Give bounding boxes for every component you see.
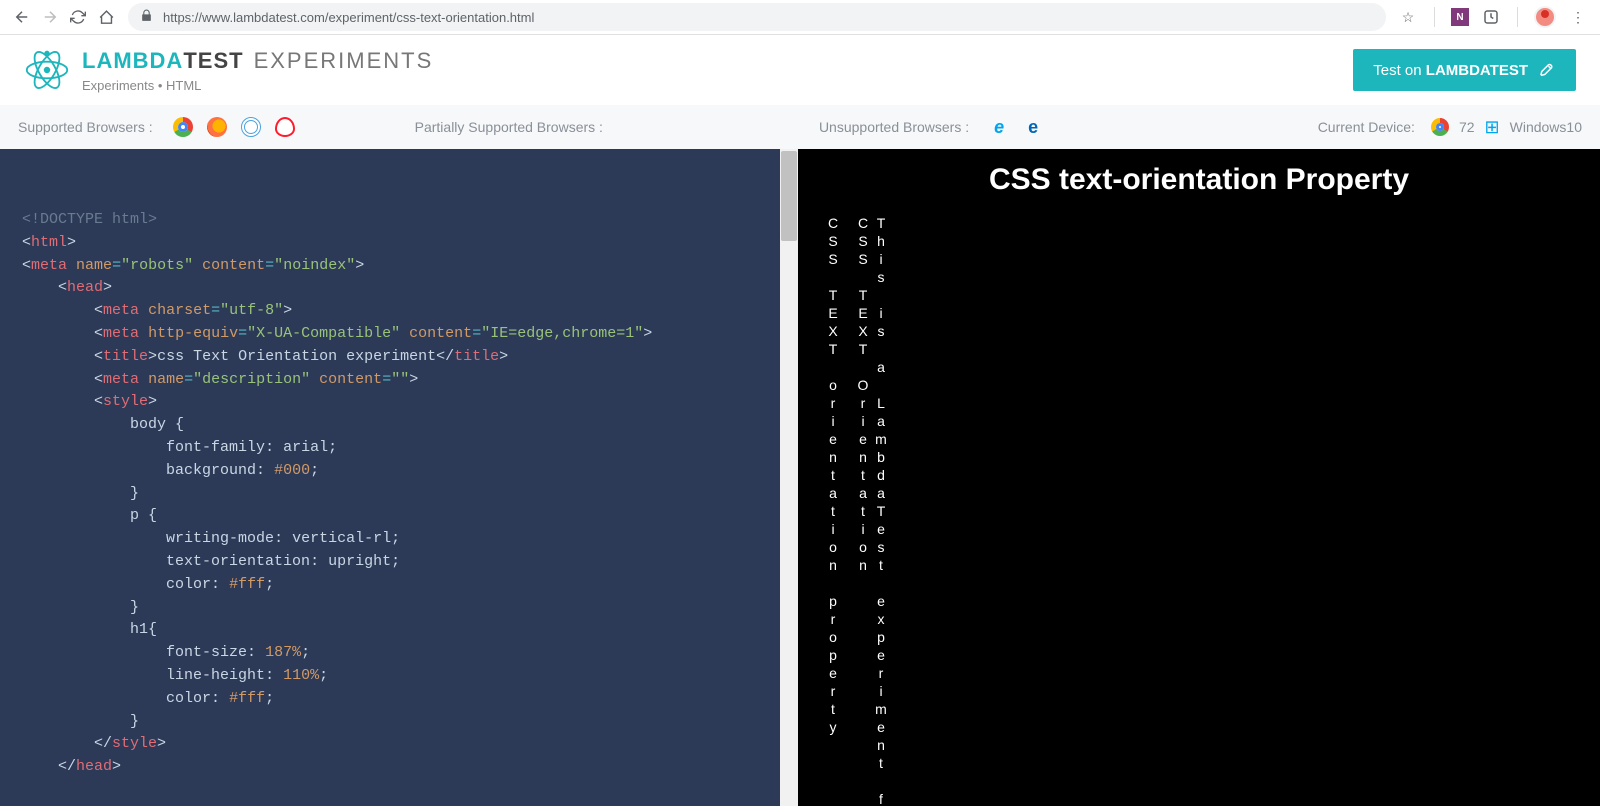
- code-editor[interactable]: <!DOCTYPE html> <html> <meta name="robot…: [0, 149, 780, 806]
- chrome-version: 72: [1459, 119, 1475, 135]
- partial-label: Partially Supported Browsers :: [415, 119, 603, 135]
- url-text: https://www.lambdatest.com/experiment/cs…: [163, 10, 534, 25]
- chrome-icon: [173, 117, 193, 137]
- lambdatest-logo-icon: [24, 47, 70, 93]
- home-button[interactable]: [92, 3, 120, 31]
- onenote-icon[interactable]: N: [1451, 8, 1469, 26]
- brand-rest: TEST: [183, 48, 243, 73]
- unsupported-label: Unsupported Browsers :: [819, 119, 969, 135]
- browser-chrome: https://www.lambdatest.com/experiment/cs…: [0, 0, 1600, 35]
- opera-icon: [275, 117, 295, 137]
- preview-heading: CSS text-orientation Property: [824, 163, 1574, 197]
- browser-support-strip: Supported Browsers : Partially Supported…: [0, 105, 1600, 149]
- browser-right-icons: ☆ N ⋮: [1394, 6, 1592, 28]
- test-on-lambdatest-button[interactable]: Test on LAMBDATEST: [1353, 49, 1576, 91]
- forward-button[interactable]: [36, 3, 64, 31]
- supported-label: Supported Browsers :: [18, 119, 153, 135]
- partial-group: Partially Supported Browsers :: [415, 119, 609, 135]
- brand-experiments: EXPERIMENTS: [254, 48, 434, 74]
- brand-strong: LAMBDA: [82, 48, 183, 73]
- safari-icon: [241, 117, 261, 137]
- device-label: Current Device:: [1318, 119, 1415, 135]
- current-device-group: Current Device: 72 ⊞ Windows10: [1318, 117, 1582, 138]
- code-content: <!DOCTYPE html> <html> <meta name="robot…: [0, 149, 780, 789]
- address-bar[interactable]: https://www.lambdatest.com/experiment/cs…: [128, 3, 1386, 31]
- breadcrumb: Experiments • HTML: [82, 78, 433, 93]
- code-scrollbar[interactable]: [780, 149, 798, 806]
- brand-block: LAMBDATEST EXPERIMENTS Experiments • HTM…: [82, 48, 433, 93]
- unsupported-group: Unsupported Browsers : e e: [819, 117, 1043, 137]
- firefox-icon: [207, 117, 227, 137]
- os-label: Windows10: [1510, 119, 1582, 135]
- edge-icon: e: [1023, 117, 1043, 137]
- back-button[interactable]: [8, 3, 36, 31]
- preview-pane: CSS text-orientation Property CSS TEXT o…: [798, 149, 1600, 806]
- windows-icon: ⊞: [1485, 117, 1500, 138]
- reload-button[interactable]: [64, 3, 92, 31]
- lock-icon: [140, 9, 153, 25]
- kebab-menu-icon[interactable]: ⋮: [1568, 7, 1588, 27]
- supported-group: Supported Browsers :: [18, 117, 295, 137]
- chrome-icon: [1431, 118, 1449, 136]
- profile-avatar[interactable]: [1534, 6, 1556, 28]
- split-panes: <!DOCTYPE html> <html> <meta name="robot…: [0, 149, 1600, 806]
- rocket-icon: [1538, 61, 1556, 79]
- extension-shield-icon[interactable]: [1481, 7, 1501, 27]
- page-header: LAMBDATEST EXPERIMENTS Experiments • HTM…: [0, 35, 1600, 105]
- preview-paragraph-1: CSS TEXT orientation property: [824, 215, 842, 806]
- test-btn-strong: LAMBDATEST: [1426, 62, 1528, 79]
- star-icon[interactable]: ☆: [1398, 7, 1418, 27]
- test-btn-pre: Test on: [1373, 62, 1426, 79]
- preview-paragraph-2: This is a LambdaTest experiment for test…: [854, 215, 890, 806]
- ie-icon: e: [989, 117, 1009, 137]
- scrollbar-thumb[interactable]: [781, 151, 797, 241]
